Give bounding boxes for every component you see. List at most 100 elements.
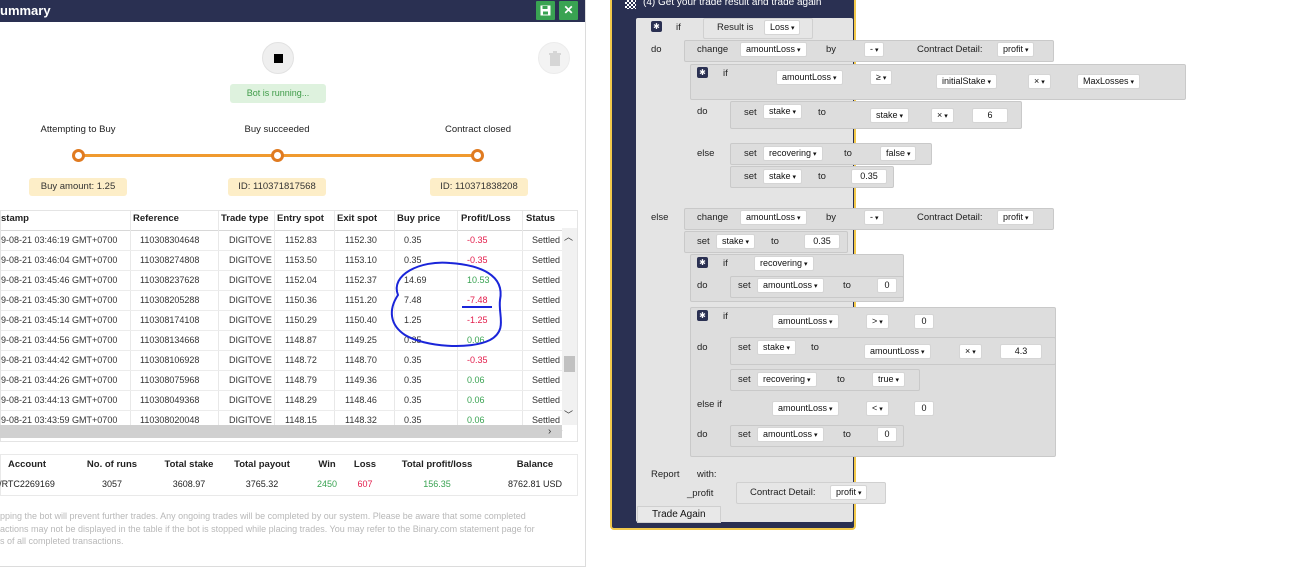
boolean-dropdown[interactable]: true [872,372,905,387]
do-label: do [651,44,662,55]
save-button[interactable] [536,1,555,20]
vertical-scroll-thumb[interactable] [564,356,575,372]
variable-dropdown[interactable]: amountLoss [740,210,807,225]
do-label: do [697,429,708,440]
totals-value: 607 [357,479,373,489]
gear-icon[interactable]: ✱ [697,310,708,321]
stage-label-contract-closed: Contract closed [444,124,511,135]
bot-status-badge: Bot is running... [230,84,326,103]
gear-icon[interactable]: ✱ [697,67,708,78]
scroll-up-icon[interactable]: ︿ [564,230,573,243]
table-cell: 1148.87 [285,335,317,345]
result-is-label: Result is [717,22,754,33]
result-dropdown[interactable]: Loss [764,20,801,35]
table-cell: 1152.83 [285,235,317,245]
table-cell: 0.35 [404,355,422,365]
table-cell: 110308174108 [140,315,200,325]
row-divider [1,350,563,351]
table-vertical-scrollbar[interactable]: ︿ ﹀ [562,228,577,425]
table-cell: 1151.20 [345,295,377,305]
number-input[interactable]: 4.3 [1000,344,1042,359]
table-cell: Settled [532,255,561,265]
gear-icon[interactable]: ✱ [697,257,708,268]
table-cell: Settled [532,375,561,385]
table-cell: DIGITOVE [229,335,272,345]
with-label: with: [697,469,717,480]
do-label: do [697,106,708,117]
clear-stats-button[interactable] [538,42,570,74]
contract-detail-dropdown[interactable]: profit [997,42,1035,57]
number-input[interactable]: 0.35 [851,169,887,184]
totals-value: 8762.81 USD [507,479,563,489]
col-header-exit-spot[interactable]: Exit spot [337,213,377,224]
col-header-status[interactable]: Status [526,213,555,224]
variable-dropdown[interactable]: amountLoss [776,70,843,85]
col-header-reference[interactable]: Reference [133,213,179,224]
variable-dropdown[interactable]: MaxLosses [1077,74,1140,89]
do-label: do [697,280,708,291]
number-input[interactable]: 0 [914,401,934,416]
contract-detail-dropdown[interactable]: profit [830,485,868,500]
table-cell: 110308049368 [140,395,200,405]
table-horizontal-scrollbar[interactable] [0,425,562,438]
compare-dropdown[interactable]: < [866,401,889,416]
col-header-buy-price[interactable]: Buy price [397,213,440,224]
profit-param-label: _profit [687,488,714,499]
table-cell: 9-08-21 03:44:42 GMT+0700 [1,355,118,365]
variable-dropdown[interactable]: stake [763,169,802,184]
table-cell: 1152.04 [285,275,317,285]
number-input[interactable]: 6 [972,108,1008,123]
variable-dropdown[interactable]: stake [870,108,909,123]
number-input[interactable]: 0.35 [804,234,840,249]
table-cell: DIGITOVE [229,415,272,425]
col-header-entry-spot[interactable]: Entry spot [277,213,324,224]
disclaimer-line-2: actions may not be displayed in the tabl… [0,523,535,534]
variable-dropdown[interactable]: amountLoss [772,401,839,416]
number-input[interactable]: 0 [877,427,897,442]
col-header-profit-loss[interactable]: Profit/Loss [461,213,511,224]
boolean-dropdown[interactable]: false [880,146,917,161]
number-input[interactable]: 0 [914,314,934,329]
col-header-stamp[interactable]: stamp [1,213,29,224]
variable-dropdown[interactable]: stake [763,104,802,119]
to-label: to [843,280,851,291]
table-cell: 0.35 [404,375,422,385]
panel-title: ummary [0,3,51,18]
if-label: if [723,311,728,322]
variable-dropdown[interactable]: recovering [754,256,814,271]
operator-dropdown[interactable]: - [864,210,885,225]
table-cell: Settled [532,235,561,245]
chevron-right-icon[interactable]: › [548,426,551,437]
variable-dropdown[interactable]: recovering [763,146,823,161]
variable-dropdown[interactable]: amountLoss [740,42,807,57]
variable-dropdown[interactable]: initialStake [936,74,997,89]
variable-dropdown[interactable]: amountLoss [864,344,931,359]
operator-dropdown[interactable]: × [959,344,982,359]
gear-icon[interactable]: ✱ [651,21,662,32]
col-header-trade-type[interactable]: Trade type [221,213,269,224]
close-button[interactable]: ✕ [559,1,578,20]
compare-dropdown[interactable]: ≥ [870,70,893,85]
scroll-down-icon[interactable]: ﹀ [564,408,573,421]
compare-dropdown[interactable]: > [866,314,889,329]
variable-dropdown[interactable]: recovering [757,372,817,387]
operator-dropdown[interactable]: - [864,42,885,57]
table-cell: 110308134668 [140,335,200,345]
contract-detail-dropdown[interactable]: profit [997,210,1035,225]
variable-dropdown[interactable]: stake [757,340,796,355]
trade-again-block[interactable]: Trade Again [637,506,721,523]
variable-dropdown[interactable]: amountLoss [772,314,839,329]
table-cell: 9-08-21 03:45:30 GMT+0700 [1,295,118,305]
number-input[interactable]: 0 [877,278,897,293]
stop-bot-button[interactable] [262,42,294,74]
operator-dropdown[interactable]: × [1028,74,1051,89]
bottom-tab[interactable] [0,566,70,567]
variable-dropdown[interactable]: amountLoss [757,427,824,442]
totals-summary: Account/RTC2269169 No. of runs 3057 Total s… [0,454,578,496]
table-cell: 110308075968 [140,375,200,385]
variable-dropdown[interactable]: amountLoss [757,278,824,293]
operator-dropdown[interactable]: × [931,108,954,123]
trash-icon [549,51,561,66]
table-cell: 1148.32 [345,415,377,425]
variable-dropdown[interactable]: stake [716,234,755,249]
